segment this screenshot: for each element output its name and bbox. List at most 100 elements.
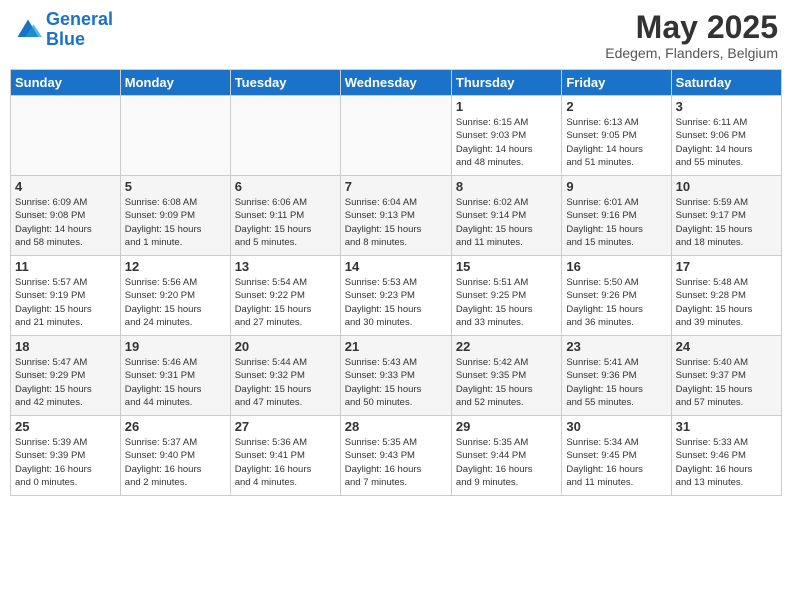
calendar-week-row: 18 Sunrise: 5:47 AM Sunset: 9:29 PM Dayli… [11,336,782,416]
day-number: 3 [676,99,777,114]
day-info: Sunrise: 6:09 AM Sunset: 9:08 PM Dayligh… [15,196,116,249]
day-number: 10 [676,179,777,194]
day-number: 26 [125,419,226,434]
calendar-cell: 19 Sunrise: 5:46 AM Sunset: 9:31 PM Dayli… [120,336,230,416]
day-number: 19 [125,339,226,354]
day-number: 2 [566,99,666,114]
calendar-cell: 1 Sunrise: 6:15 AM Sunset: 9:03 PM Daylig… [451,96,561,176]
day-info: Sunrise: 5:36 AM Sunset: 9:41 PM Dayligh… [235,436,336,489]
calendar-week-row: 11Sunrise: 5:57 AM Sunset: 9:19 PM Dayli… [11,256,782,336]
day-info: Sunrise: 5:43 AM Sunset: 9:33 PM Dayligh… [345,356,447,409]
day-number: 24 [676,339,777,354]
calendar-cell: 14Sunrise: 5:53 AM Sunset: 9:23 PM Dayli… [340,256,451,336]
logo-line2: Blue [46,29,85,49]
calendar-cell: 20 Sunrise: 5:44 AM Sunset: 9:32 PM Dayli… [230,336,340,416]
day-number: 7 [345,179,447,194]
page-header: General Blue May 2025 Edegem, Flanders, … [10,10,782,61]
calendar-week-row: 4 Sunrise: 6:09 AM Sunset: 9:08 PM Daylig… [11,176,782,256]
day-number: 13 [235,259,336,274]
weekday-header-thursday: Thursday [451,70,561,96]
calendar-cell: 26Sunrise: 5:37 AM Sunset: 9:40 PM Dayli… [120,416,230,496]
day-info: Sunrise: 5:50 AM Sunset: 9:26 PM Dayligh… [566,276,666,329]
day-info: Sunrise: 6:06 AM Sunset: 9:11 PM Dayligh… [235,196,336,249]
day-info: Sunrise: 5:34 AM Sunset: 9:45 PM Dayligh… [566,436,666,489]
calendar-table: SundayMondayTuesdayWednesdayThursdayFrid… [10,69,782,496]
day-number: 17 [676,259,777,274]
calendar-cell: 12 Sunrise: 5:56 AM Sunset: 9:20 PM Dayli… [120,256,230,336]
calendar-cell [340,96,451,176]
day-number: 23 [566,339,666,354]
month-title: May 2025 [605,10,778,45]
location-subtitle: Edegem, Flanders, Belgium [605,45,778,61]
day-number: 20 [235,339,336,354]
calendar-cell: 23 Sunrise: 5:41 AM Sunset: 9:36 PM Dayli… [562,336,671,416]
calendar-cell: 31Sunrise: 5:33 AM Sunset: 9:46 PM Dayli… [671,416,781,496]
title-block: May 2025 Edegem, Flanders, Belgium [605,10,778,61]
day-info: Sunrise: 6:15 AM Sunset: 9:03 PM Dayligh… [456,116,557,169]
logo-line1: General [46,9,113,29]
day-info: Sunrise: 5:35 AM Sunset: 9:44 PM Dayligh… [456,436,557,489]
weekday-header-saturday: Saturday [671,70,781,96]
day-number: 9 [566,179,666,194]
calendar-cell: 21 Sunrise: 5:43 AM Sunset: 9:33 PM Dayli… [340,336,451,416]
day-info: Sunrise: 5:57 AM Sunset: 9:19 PM Dayligh… [15,276,116,329]
day-info: Sunrise: 6:11 AM Sunset: 9:06 PM Dayligh… [676,116,777,169]
calendar-cell: 8Sunrise: 6:02 AM Sunset: 9:14 PM Daylig… [451,176,561,256]
day-info: Sunrise: 6:13 AM Sunset: 9:05 PM Dayligh… [566,116,666,169]
logo-icon [14,16,42,44]
logo-text: General Blue [46,10,113,50]
weekday-header-wednesday: Wednesday [340,70,451,96]
day-number: 14 [345,259,447,274]
day-number: 1 [456,99,557,114]
calendar-cell: 9 Sunrise: 6:01 AM Sunset: 9:16 PM Daylig… [562,176,671,256]
calendar-cell: 22 Sunrise: 5:42 AM Sunset: 9:35 PM Dayli… [451,336,561,416]
day-info: Sunrise: 6:08 AM Sunset: 9:09 PM Dayligh… [125,196,226,249]
day-info: Sunrise: 6:02 AM Sunset: 9:14 PM Dayligh… [456,196,557,249]
weekday-header-tuesday: Tuesday [230,70,340,96]
calendar-cell: 4 Sunrise: 6:09 AM Sunset: 9:08 PM Daylig… [11,176,121,256]
day-info: Sunrise: 5:35 AM Sunset: 9:43 PM Dayligh… [345,436,447,489]
calendar-cell: 28 Sunrise: 5:35 AM Sunset: 9:43 PM Dayli… [340,416,451,496]
calendar-cell: 11Sunrise: 5:57 AM Sunset: 9:19 PM Dayli… [11,256,121,336]
calendar-cell: 2 Sunrise: 6:13 AM Sunset: 9:05 PM Daylig… [562,96,671,176]
day-info: Sunrise: 5:33 AM Sunset: 9:46 PM Dayligh… [676,436,777,489]
calendar-cell: 24 Sunrise: 5:40 AM Sunset: 9:37 PM Dayli… [671,336,781,416]
day-info: Sunrise: 5:42 AM Sunset: 9:35 PM Dayligh… [456,356,557,409]
day-number: 22 [456,339,557,354]
calendar-cell: 25 Sunrise: 5:39 AM Sunset: 9:39 PM Dayli… [11,416,121,496]
weekday-header-friday: Friday [562,70,671,96]
day-info: Sunrise: 5:56 AM Sunset: 9:20 PM Dayligh… [125,276,226,329]
calendar-week-row: 1 Sunrise: 6:15 AM Sunset: 9:03 PM Daylig… [11,96,782,176]
day-number: 5 [125,179,226,194]
day-info: Sunrise: 5:39 AM Sunset: 9:39 PM Dayligh… [15,436,116,489]
calendar-cell: 29 Sunrise: 5:35 AM Sunset: 9:44 PM Dayli… [451,416,561,496]
day-info: Sunrise: 5:41 AM Sunset: 9:36 PM Dayligh… [566,356,666,409]
calendar-cell: 10Sunrise: 5:59 AM Sunset: 9:17 PM Dayli… [671,176,781,256]
calendar-cell: 13Sunrise: 5:54 AM Sunset: 9:22 PM Dayli… [230,256,340,336]
day-info: Sunrise: 5:51 AM Sunset: 9:25 PM Dayligh… [456,276,557,329]
calendar-cell [120,96,230,176]
calendar-cell: 5 Sunrise: 6:08 AM Sunset: 9:09 PM Daylig… [120,176,230,256]
day-info: Sunrise: 5:40 AM Sunset: 9:37 PM Dayligh… [676,356,777,409]
calendar-cell: 27Sunrise: 5:36 AM Sunset: 9:41 PM Dayli… [230,416,340,496]
logo: General Blue [14,10,113,50]
day-number: 4 [15,179,116,194]
day-number: 12 [125,259,226,274]
day-info: Sunrise: 5:44 AM Sunset: 9:32 PM Dayligh… [235,356,336,409]
calendar-cell: 15 Sunrise: 5:51 AM Sunset: 9:25 PM Dayli… [451,256,561,336]
weekday-header-row: SundayMondayTuesdayWednesdayThursdayFrid… [11,70,782,96]
calendar-cell [230,96,340,176]
day-info: Sunrise: 5:47 AM Sunset: 9:29 PM Dayligh… [15,356,116,409]
day-number: 18 [15,339,116,354]
day-number: 16 [566,259,666,274]
day-info: Sunrise: 5:48 AM Sunset: 9:28 PM Dayligh… [676,276,777,329]
day-number: 29 [456,419,557,434]
day-number: 21 [345,339,447,354]
day-number: 28 [345,419,447,434]
calendar-cell: 17 Sunrise: 5:48 AM Sunset: 9:28 PM Dayli… [671,256,781,336]
day-info: Sunrise: 5:46 AM Sunset: 9:31 PM Dayligh… [125,356,226,409]
day-number: 25 [15,419,116,434]
day-info: Sunrise: 6:01 AM Sunset: 9:16 PM Dayligh… [566,196,666,249]
day-number: 15 [456,259,557,274]
weekday-header-sunday: Sunday [11,70,121,96]
